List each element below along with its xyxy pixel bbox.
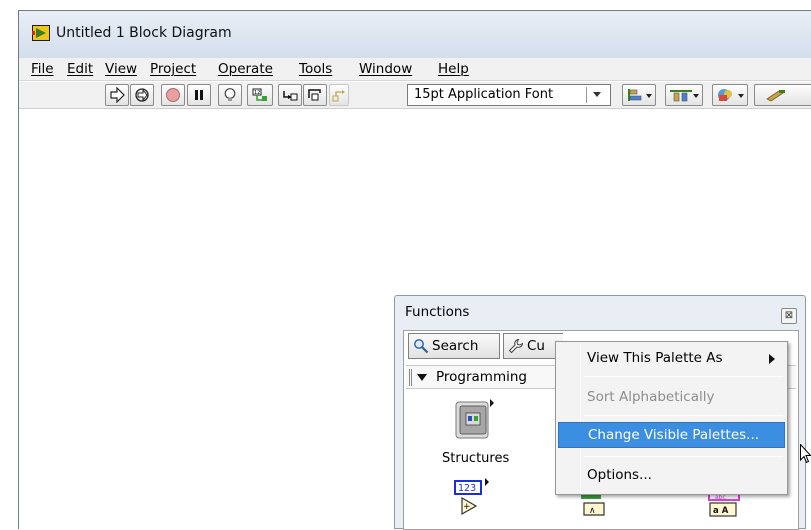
structures-palette-icon[interactable] bbox=[454, 399, 494, 443]
palette-customize-label: Cu bbox=[527, 338, 545, 354]
menu-item-sort-alphabetically: Sort Alphabetically bbox=[558, 384, 785, 410]
title-bar[interactable]: Untitled 1 Block Diagram bbox=[19, 11, 811, 58]
menu-item-label: Sort Alphabetically bbox=[587, 389, 715, 405]
step-into-icon bbox=[283, 91, 298, 101]
pause-button[interactable] bbox=[187, 84, 211, 106]
palette-title: Functions bbox=[405, 304, 470, 320]
step-out-icon bbox=[332, 90, 345, 102]
retain-wire-values-icon: 12 bbox=[252, 88, 267, 101]
menu-item-change-visible-palettes[interactable]: Change Visible Palettes... bbox=[558, 422, 785, 448]
expand-triangle-icon bbox=[417, 374, 427, 381]
drag-grip-icon bbox=[409, 369, 412, 386]
structures-label: Structures bbox=[442, 451, 510, 466]
run-arrow-icon bbox=[110, 87, 125, 103]
step-out-button[interactable] bbox=[329, 84, 349, 106]
menu-tools[interactable]: Tools bbox=[299, 61, 332, 77]
menu-file[interactable]: File bbox=[31, 61, 54, 77]
numeric-glyph: 123 bbox=[458, 483, 476, 494]
font-ring-divider bbox=[586, 87, 587, 103]
step-into-button[interactable] bbox=[278, 84, 302, 106]
align-objects-button[interactable] bbox=[622, 84, 656, 106]
svg-text:∧: ∧ bbox=[589, 506, 596, 516]
palette-search-label: Search bbox=[432, 338, 479, 354]
close-icon[interactable]: ⊠ bbox=[781, 308, 797, 324]
reorder-button[interactable] bbox=[712, 84, 748, 106]
align-objects-icon bbox=[628, 89, 652, 101]
font-ring-label: 15pt Application Font bbox=[414, 87, 554, 102]
run-continuously-icon bbox=[135, 88, 149, 102]
chevron-down-icon bbox=[593, 92, 601, 97]
boolean-palette-icon[interactable]: ∧ bbox=[580, 493, 610, 527]
window-title: Untitled 1 Block Diagram bbox=[56, 25, 232, 41]
menu-item-view-palette-as[interactable]: View This Palette As bbox=[558, 345, 785, 371]
toolbar: 12 15pt Application Font bbox=[19, 82, 811, 109]
step-over-button[interactable] bbox=[303, 84, 327, 106]
menu-edit[interactable]: Edit bbox=[67, 61, 93, 77]
menu-separator bbox=[584, 456, 783, 457]
string-glyph: abc bbox=[715, 494, 726, 501]
submenu-arrow-icon bbox=[769, 354, 775, 364]
menu-item-label: Options... bbox=[587, 467, 652, 483]
svg-text:+: + bbox=[463, 502, 471, 512]
pause-icon bbox=[195, 90, 203, 100]
menu-bar: File Edit View Project Operate Tools Win… bbox=[19, 58, 811, 81]
step-over-icon bbox=[308, 89, 321, 101]
retain-wire-values-button[interactable]: 12 bbox=[247, 84, 273, 106]
reorder-icon bbox=[718, 89, 744, 101]
distribute-objects-button[interactable] bbox=[665, 84, 703, 106]
menu-item-label: Change Visible Palettes... bbox=[588, 427, 760, 443]
menu-help[interactable]: Help bbox=[438, 61, 469, 77]
menu-separator bbox=[584, 376, 783, 377]
highlight-execution-button[interactable] bbox=[218, 84, 242, 106]
labview-block-diagram-icon bbox=[32, 25, 50, 41]
highlight-execution-icon bbox=[224, 88, 236, 101]
menu-window[interactable]: Window bbox=[359, 61, 412, 77]
category-programming-label: Programming bbox=[436, 369, 527, 385]
wrench-icon bbox=[508, 338, 524, 354]
search-icon bbox=[414, 339, 429, 354]
menu-view[interactable]: View bbox=[105, 61, 137, 77]
palette-search-button[interactable]: Search bbox=[408, 333, 500, 359]
palette-customize-button[interactable]: Cu bbox=[503, 333, 563, 359]
cleanup-diagram-icon bbox=[765, 90, 785, 102]
menu-operate[interactable]: Operate bbox=[218, 61, 273, 77]
menu-item-options[interactable]: Options... bbox=[558, 462, 785, 488]
cleanup-diagram-button[interactable] bbox=[754, 84, 811, 106]
mouse-pointer-icon bbox=[800, 444, 811, 464]
run-button[interactable] bbox=[105, 84, 129, 106]
string-sub-glyph: a A bbox=[713, 506, 729, 516]
menu-project[interactable]: Project bbox=[150, 61, 196, 77]
menu-item-label: View This Palette As bbox=[587, 350, 723, 366]
text-settings-ring[interactable]: 15pt Application Font bbox=[407, 84, 611, 106]
distribute-objects-icon bbox=[670, 90, 699, 102]
abort-button[interactable] bbox=[161, 84, 185, 106]
abort-icon bbox=[166, 88, 180, 102]
run-continuously-button[interactable] bbox=[130, 84, 154, 106]
string-palette-icon[interactable]: abc a A bbox=[706, 493, 742, 527]
palette-context-menu: View This Palette As Sort Alphabetically… bbox=[555, 341, 788, 495]
menu-separator bbox=[584, 415, 783, 416]
numeric-palette-icon[interactable]: 123 + bbox=[454, 478, 490, 522]
